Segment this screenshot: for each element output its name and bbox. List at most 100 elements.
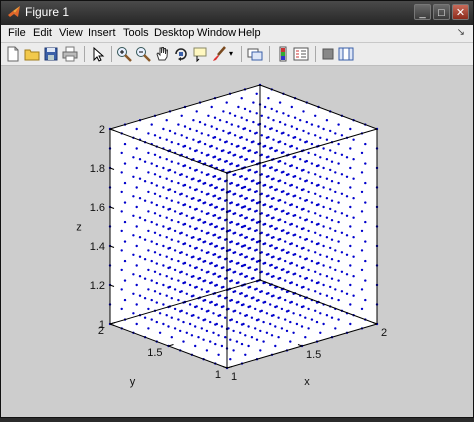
data-point [314, 153, 317, 156]
data-point [192, 314, 195, 317]
colorbar-icon[interactable] [275, 46, 291, 62]
data-point [188, 283, 192, 287]
data-point [329, 149, 332, 152]
title-bar[interactable]: Figure 1 _ □ ✕ [1, 1, 473, 25]
data-point [330, 180, 334, 183]
data-point [322, 186, 325, 189]
menu-help[interactable]: Help [238, 27, 261, 39]
link-plot-icon[interactable] [247, 46, 263, 62]
data-point [222, 305, 225, 308]
menu-view[interactable]: View [59, 27, 83, 39]
data-point [215, 186, 218, 189]
data-point [340, 290, 344, 293]
menu-insert[interactable]: Insert [88, 27, 116, 39]
data-point [252, 120, 255, 124]
data-point [207, 212, 210, 215]
data-point [245, 138, 248, 141]
data-point [248, 149, 252, 152]
data-point [194, 344, 197, 348]
hide-plot-tools-icon[interactable] [320, 46, 336, 62]
data-point [307, 171, 310, 174]
new-figure-icon[interactable] [5, 46, 21, 62]
data-point [150, 298, 153, 302]
data-point [150, 181, 153, 185]
plot-area[interactable]: 1 1.2 1.4 1.6 1.8 2 1 1.5 2 1 1.5 2 x y … [2, 66, 473, 417]
data-point [135, 186, 138, 189]
data-point [162, 127, 165, 131]
data-point [295, 225, 299, 228]
data-point [210, 183, 213, 187]
brush-menu-icon[interactable]: ▾ [229, 46, 237, 62]
data-point [248, 207, 252, 211]
data-point [168, 168, 172, 172]
data-point [314, 192, 317, 195]
data-point [263, 261, 267, 265]
data-point [345, 156, 349, 159]
edit-plot-icon[interactable] [90, 46, 106, 62]
data-point [280, 307, 284, 311]
data-point [233, 270, 237, 273]
data-point [233, 290, 237, 293]
matlab-logo-icon [8, 6, 20, 17]
dock-figure-icon[interactable]: ↘ [457, 27, 465, 38]
data-point [180, 231, 183, 234]
data-point [182, 320, 185, 324]
menu-tools[interactable]: Tools [123, 27, 149, 39]
data-cursor-icon[interactable] [192, 46, 208, 62]
data-point [267, 175, 270, 178]
data-point [195, 207, 198, 211]
brush-icon[interactable] [211, 46, 227, 62]
data-point [293, 253, 297, 256]
menu-file[interactable]: File [8, 27, 26, 39]
maximize-button[interactable]: □ [433, 4, 450, 20]
data-point [275, 305, 278, 308]
data-point [260, 251, 263, 254]
legend-icon[interactable] [293, 46, 309, 62]
save-icon[interactable] [43, 46, 59, 62]
data-point [222, 285, 225, 289]
data-point [233, 309, 237, 312]
data-point [188, 303, 192, 306]
show-plot-tools-icon[interactable] [338, 46, 354, 62]
data-point [182, 340, 185, 343]
data-point [132, 273, 135, 276]
data-point [230, 220, 233, 224]
data-point [153, 173, 157, 176]
data-point [155, 164, 158, 168]
data-point [150, 123, 153, 126]
rotate-3d-icon[interactable] [173, 46, 189, 62]
data-point [314, 270, 317, 273]
data-point [272, 138, 275, 141]
data-point [287, 270, 290, 273]
print-icon[interactable] [62, 46, 78, 62]
data-point [158, 234, 162, 237]
data-point [210, 222, 213, 226]
zoom-out-icon[interactable] [135, 46, 151, 62]
minimize-button[interactable]: _ [414, 4, 431, 20]
data-point [183, 281, 187, 284]
menu-edit[interactable]: Edit [33, 27, 52, 39]
data-point [162, 264, 165, 267]
data-point [364, 259, 367, 263]
data-point [278, 257, 282, 260]
data-point [310, 201, 314, 204]
data-point [150, 201, 153, 204]
data-point [265, 312, 269, 315]
zoom-in-icon[interactable] [116, 46, 132, 62]
data-point [194, 325, 197, 328]
menu-desktop[interactable]: Desktop [154, 27, 194, 39]
pan-icon[interactable] [154, 46, 170, 62]
figure-window: Figure 1 _ □ ✕ File Edit View Insert Too… [0, 0, 474, 418]
data-point [123, 201, 127, 204]
data-point [255, 92, 258, 95]
data-point [360, 307, 364, 311]
data-point [260, 153, 263, 156]
data-point [203, 298, 207, 302]
data-point [170, 258, 173, 261]
close-button[interactable]: ✕ [452, 4, 469, 20]
menu-window[interactable]: Window [197, 27, 236, 39]
scatter3-chart[interactable]: 1 1.2 1.4 1.6 1.8 2 1 1.5 2 1 1.5 2 x y … [2, 66, 473, 417]
data-point [228, 248, 232, 251]
open-file-icon[interactable] [24, 46, 40, 62]
data-point [337, 162, 340, 165]
